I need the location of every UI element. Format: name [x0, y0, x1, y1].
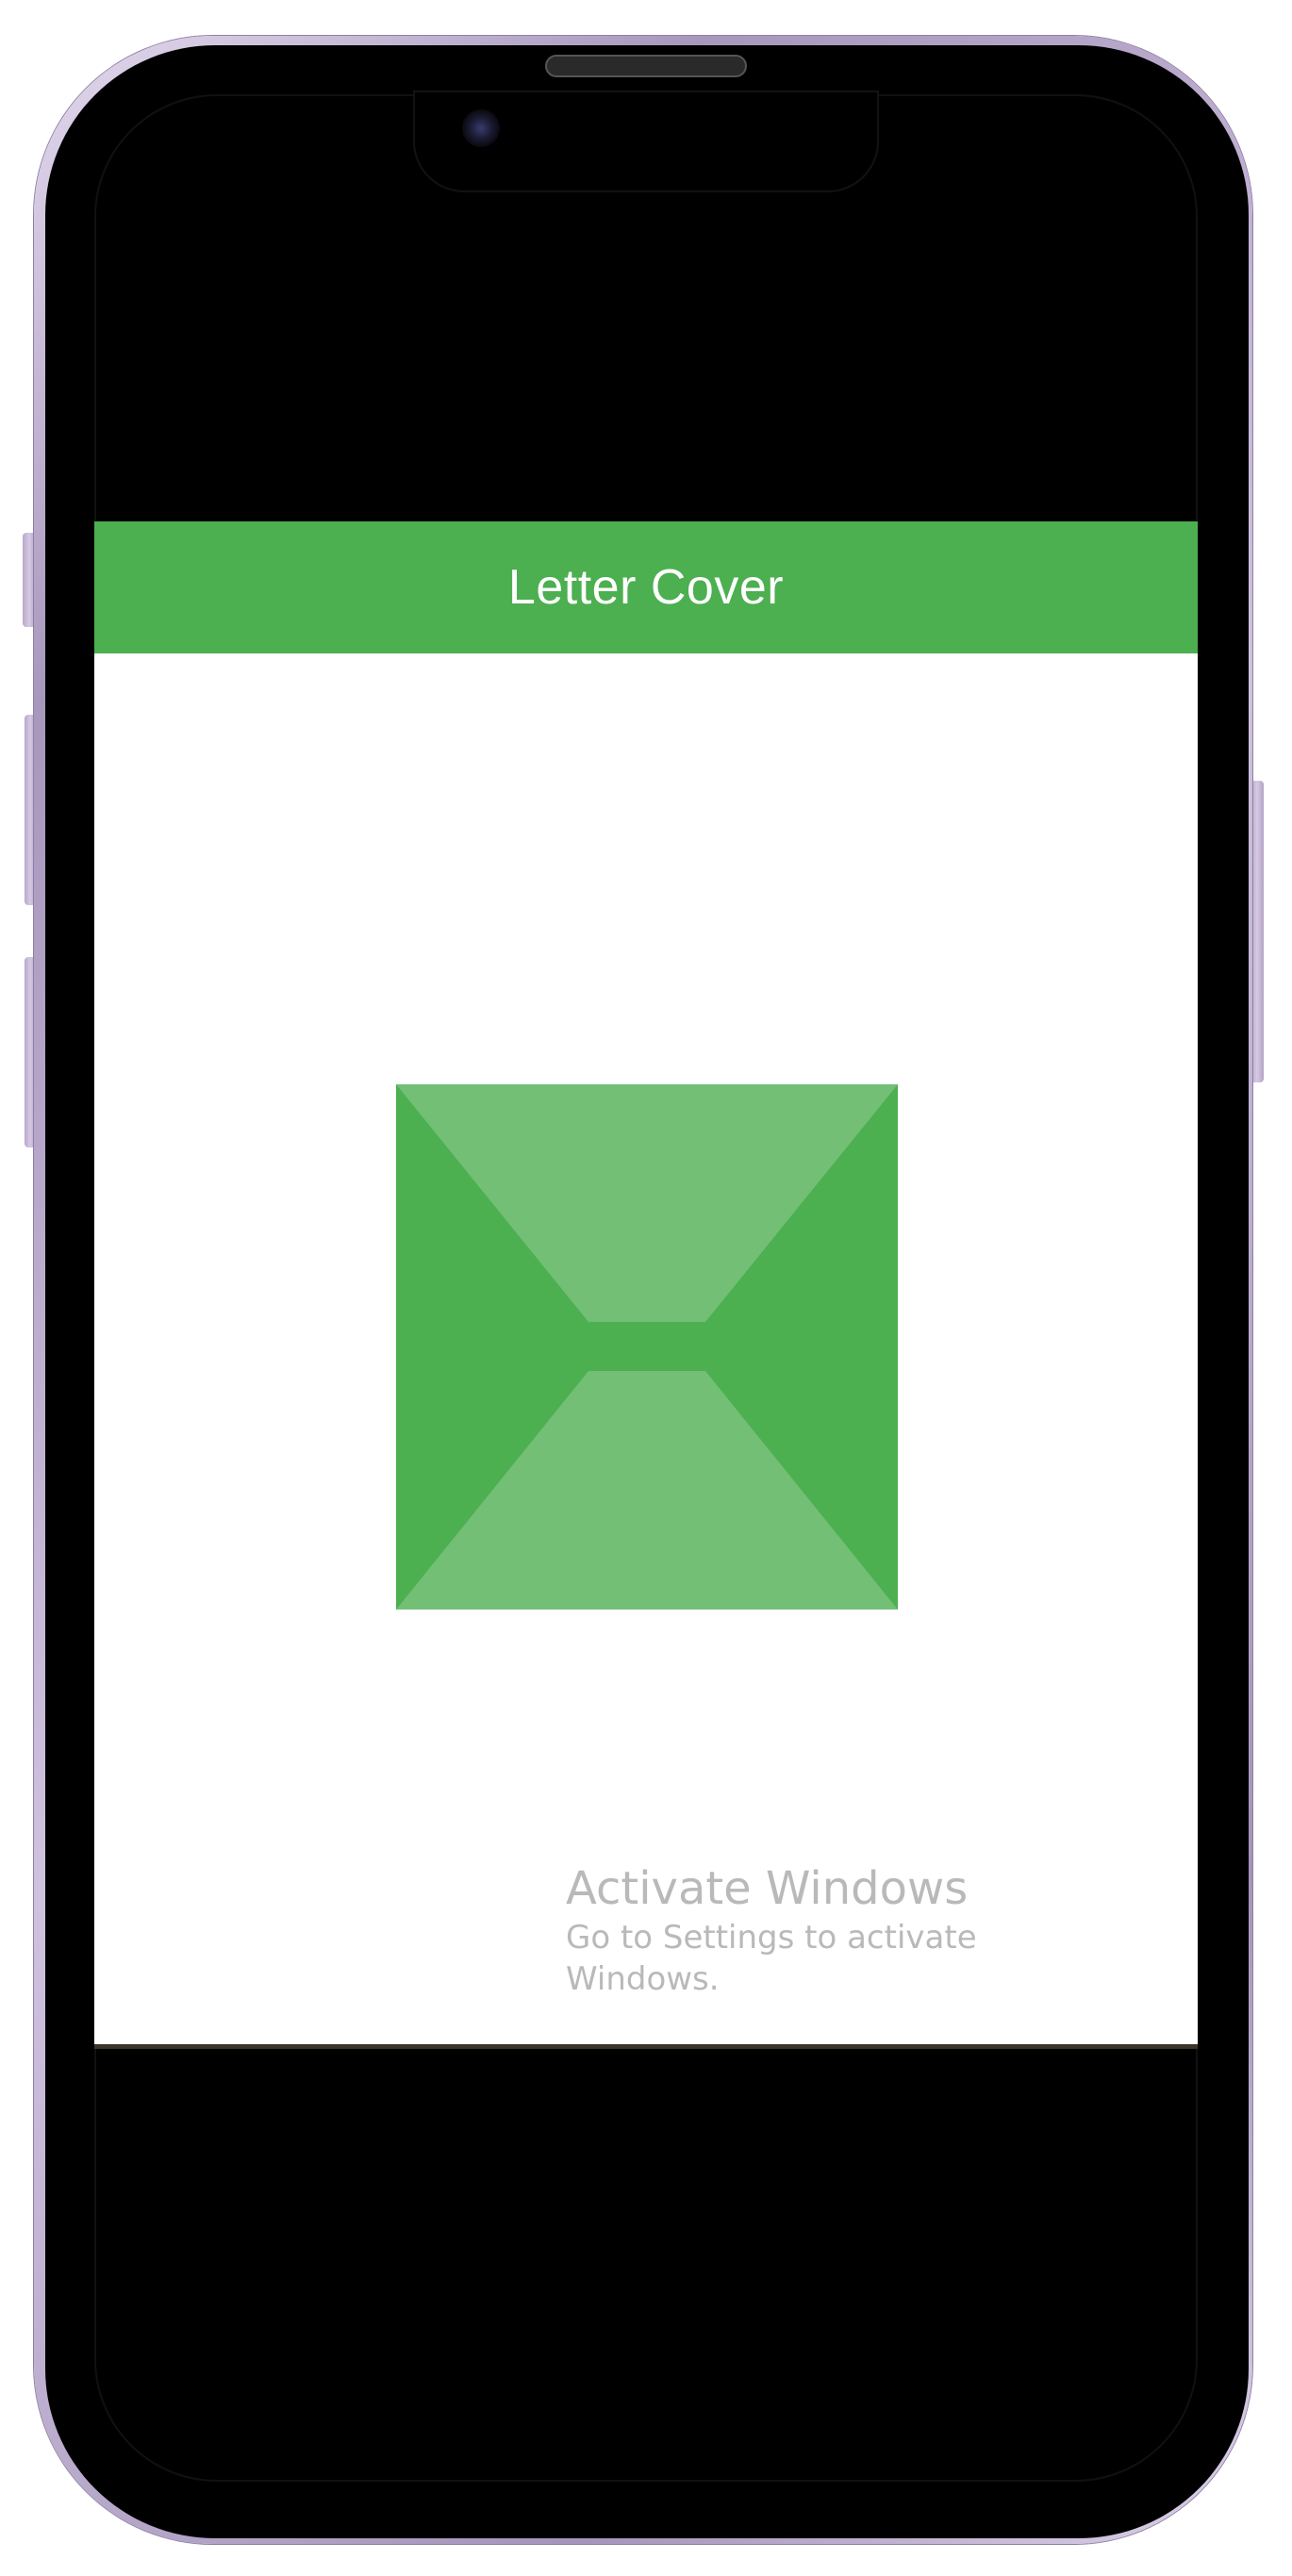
- app-window: Letter Cover: [94, 521, 1198, 2049]
- envelope-icon[interactable]: [396, 1084, 898, 1610]
- camera-icon: [462, 109, 500, 147]
- activation-watermark: Activate Windows Go to Settings to activ…: [566, 1862, 1132, 2000]
- bottom-divider: [94, 2044, 1198, 2049]
- watermark-title: Activate Windows: [566, 1862, 969, 1915]
- screenshot-stage: Letter Cover Activate Windows Go to Sett…: [0, 0, 1292, 2576]
- envelope-graphic: [396, 1084, 898, 1610]
- power-button: [1251, 781, 1264, 1082]
- speaker-grille: [545, 55, 747, 77]
- watermark-subtitle: Go to Settings to activate Windows.: [566, 1919, 977, 1998]
- app-title: Letter Cover: [507, 560, 785, 615]
- app-bar: Letter Cover: [94, 521, 1198, 653]
- app-body: [94, 653, 1198, 2044]
